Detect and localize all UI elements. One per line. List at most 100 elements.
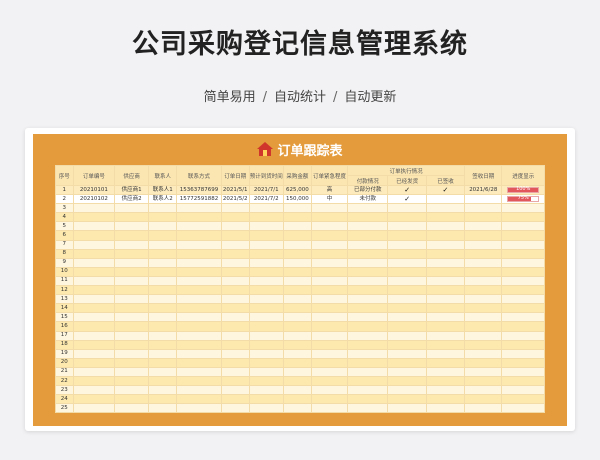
cell-index[interactable]: 7 [55,239,74,250]
empty-cell[interactable] [501,266,545,277]
empty-cell[interactable] [464,366,503,377]
empty-cell[interactable] [220,275,250,287]
empty-cell[interactable] [425,285,466,296]
table-row[interactable]: 21 [55,366,545,377]
empty-cell[interactable] [114,303,150,314]
empty-cell[interactable] [114,221,150,232]
empty-cell[interactable] [148,394,178,405]
empty-cell[interactable] [176,403,222,414]
empty-cell[interactable] [72,285,116,296]
empty-cell[interactable] [148,239,178,250]
empty-cell[interactable] [248,294,284,305]
empty-cell[interactable] [501,294,545,305]
empty-cell[interactable] [248,275,284,287]
empty-cell[interactable] [387,294,427,305]
empty-cell[interactable] [310,266,349,277]
empty-cell[interactable] [464,403,503,414]
empty-cell[interactable] [464,339,503,350]
empty-cell[interactable] [220,266,250,277]
empty-cell[interactable] [501,330,545,341]
empty-cell[interactable] [282,266,312,277]
empty-cell[interactable] [176,330,222,341]
empty-cell[interactable] [248,366,284,377]
cell-index[interactable]: 25 [55,403,74,414]
empty-cell[interactable] [310,221,349,232]
cell-urgency[interactable]: 高 [310,184,349,196]
cell-phone[interactable]: 15363787699 [176,184,222,196]
empty-cell[interactable] [72,266,116,277]
empty-cell[interactable] [148,348,178,359]
empty-cell[interactable] [425,357,466,368]
cell-shipped[interactable]: ✓ [387,184,427,196]
empty-cell[interactable] [114,348,150,359]
empty-cell[interactable] [220,257,250,268]
empty-cell[interactable] [387,239,427,250]
cell-order-no[interactable]: 20210101 [72,184,116,196]
empty-cell[interactable] [464,321,503,332]
empty-cell[interactable] [114,285,150,296]
cell-index[interactable]: 5 [55,221,74,232]
empty-cell[interactable] [387,403,427,414]
empty-cell[interactable] [310,230,349,241]
empty-cell[interactable] [347,203,389,214]
empty-cell[interactable] [464,357,503,368]
empty-cell[interactable] [501,312,545,323]
cell-index[interactable]: 8 [55,248,74,259]
cell-index[interactable]: 20 [55,357,74,368]
empty-cell[interactable] [72,339,116,350]
empty-cell[interactable] [248,385,284,396]
empty-cell[interactable] [425,294,466,305]
empty-cell[interactable] [248,357,284,368]
empty-cell[interactable] [310,203,349,214]
table-row[interactable]: 11 [55,275,545,287]
empty-cell[interactable] [176,303,222,314]
cell-contact[interactable]: 联系人1 [148,184,178,196]
empty-cell[interactable] [387,385,427,396]
empty-cell[interactable] [176,239,222,250]
empty-cell[interactable] [176,385,222,396]
empty-cell[interactable] [387,303,427,314]
empty-cell[interactable] [425,312,466,323]
empty-cell[interactable] [114,212,150,223]
empty-cell[interactable] [501,339,545,350]
empty-cell[interactable] [248,221,284,232]
empty-cell[interactable] [114,385,150,396]
cell-amount[interactable]: 150,000 [282,194,312,205]
empty-cell[interactable] [347,375,389,387]
empty-cell[interactable] [148,330,178,341]
empty-cell[interactable] [282,366,312,377]
empty-cell[interactable] [425,303,466,314]
empty-cell[interactable] [464,285,503,296]
empty-cell[interactable] [282,348,312,359]
empty-cell[interactable] [282,321,312,332]
empty-cell[interactable] [425,394,466,405]
cell-index[interactable]: 13 [55,294,74,305]
empty-cell[interactable] [220,375,250,387]
empty-cell[interactable] [347,275,389,287]
empty-cell[interactable] [347,303,389,314]
empty-cell[interactable] [464,312,503,323]
table-row[interactable]: 7 [55,239,545,250]
table-row[interactable]: 6 [55,230,545,241]
empty-cell[interactable] [387,312,427,323]
table-row[interactable]: 25 [55,403,545,414]
empty-cell[interactable] [176,203,222,214]
empty-cell[interactable] [387,375,427,387]
empty-cell[interactable] [176,257,222,268]
empty-cell[interactable] [282,339,312,350]
empty-cell[interactable] [282,203,312,214]
empty-cell[interactable] [310,248,349,259]
table-row[interactable]: 24 [55,394,545,405]
empty-cell[interactable] [347,285,389,296]
empty-cell[interactable] [176,266,222,277]
empty-cell[interactable] [248,394,284,405]
empty-cell[interactable] [310,212,349,223]
empty-cell[interactable] [347,366,389,377]
empty-cell[interactable] [220,403,250,414]
empty-cell[interactable] [176,294,222,305]
empty-cell[interactable] [464,239,503,250]
cell-index[interactable]: 11 [55,275,74,287]
empty-cell[interactable] [148,294,178,305]
empty-cell[interactable] [114,248,150,259]
empty-cell[interactable] [282,394,312,405]
